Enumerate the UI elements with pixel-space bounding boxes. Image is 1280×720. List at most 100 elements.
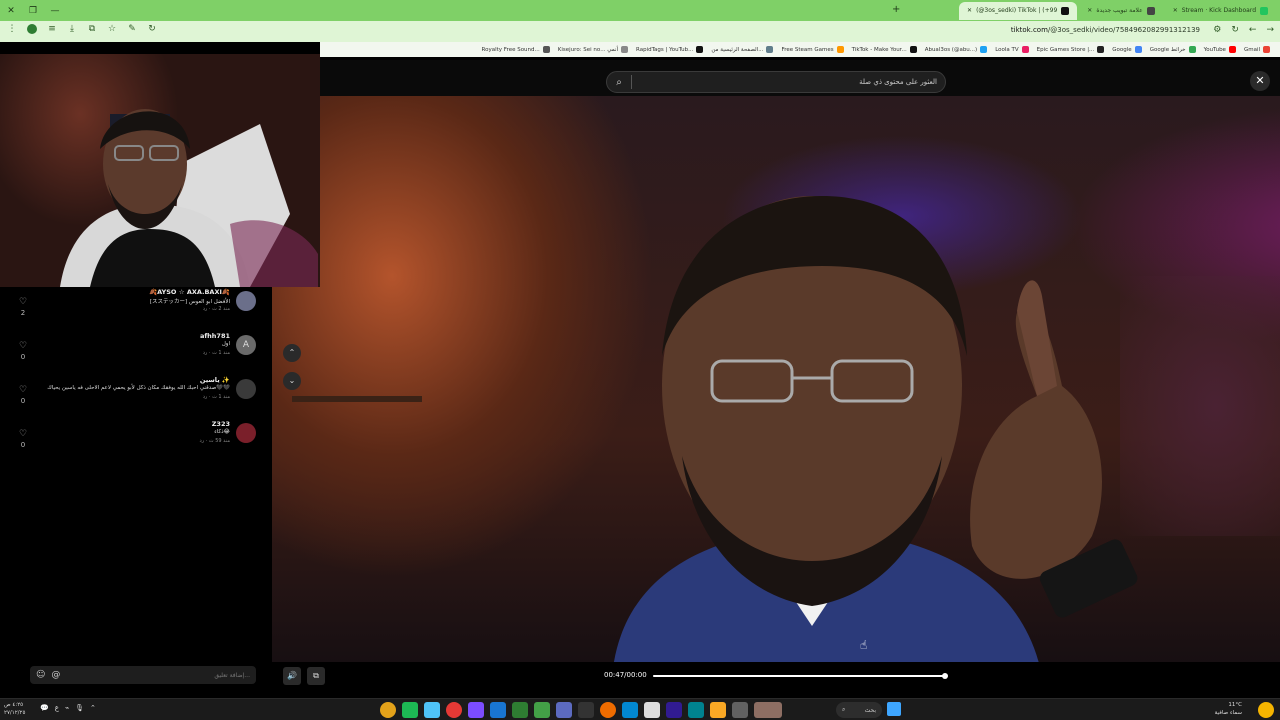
bookmark-item[interactable]: Royalty Free Sound... [482,46,550,53]
app-icon[interactable] [468,702,484,718]
translate-icon[interactable]: ↻ [146,24,158,37]
bookmark-item[interactable]: TikTok - Make Your... [852,46,917,53]
like-button[interactable]: ♡ 0 [16,429,30,449]
bookmark-item[interactable]: Gmail [1244,46,1270,53]
bookmark-label: Loola TV [995,46,1019,53]
chat-icon[interactable]: 💬 [40,704,49,712]
comment-author[interactable]: afhh781 [200,332,230,340]
close-window-icon[interactable]: ✕ [0,6,22,16]
mention-icon[interactable]: @ [51,670,60,680]
taskbar-apps [380,702,782,718]
taskbar-search[interactable]: ⌕ بحث [836,702,882,718]
bookmark-item[interactable]: Kisejuro: Sei no... أنمي [558,46,629,53]
bookmark-favicon-icon [1263,46,1270,53]
previous-video-button[interactable]: ⌃ [283,344,301,362]
bookmark-label: Abual3os (@abu...) [924,46,978,53]
bookmark-item[interactable]: Free Steam Games [781,46,844,53]
app-icon[interactable] [534,702,550,718]
app-icon[interactable] [424,702,440,718]
extensions-icon[interactable]: ⧉ [86,24,98,37]
wifi-icon[interactable]: ⌁ [65,704,69,712]
microphone-icon[interactable]: 🎙 [75,704,84,712]
restore-window-icon[interactable]: ❐ [22,6,44,16]
tab-new[interactable]: ✕ علامة تبويب جديدة [1079,2,1162,20]
premiere-icon[interactable] [666,702,682,718]
progress-knob[interactable] [942,673,948,679]
language-indicator[interactable]: ع [55,704,59,712]
steam-icon[interactable] [490,702,506,718]
progress-bar[interactable] [653,673,948,679]
back-icon[interactable]: ← [1249,25,1257,35]
obs-icon[interactable] [578,702,594,718]
app-icon[interactable] [556,702,572,718]
close-tab-icon[interactable]: ✕ [967,2,972,20]
search-icon[interactable]: ⌕ [607,77,631,88]
volume-button[interactable]: 🔊 [283,667,301,685]
next-video-button[interactable]: ⌄ [283,372,301,390]
related-search-bar[interactable]: ⌕ العثور على محتوى ذي صلة [606,71,946,93]
like-button[interactable]: ♡ 0 [16,385,30,405]
bookmark-item[interactable]: الصفحة الرئيسية من... [711,46,774,53]
avatar[interactable] [236,379,256,399]
bookmark-label: YouTube [1203,46,1226,53]
comment-meta[interactable]: منذ 1 ث · رد [203,350,230,356]
menu-icon[interactable]: ⋮ [6,24,18,37]
tray-chevron-icon[interactable]: ⌃ [90,704,96,712]
chrome-app-icon[interactable] [380,702,396,718]
app-icon[interactable] [732,702,748,718]
close-tab-icon[interactable]: ✕ [1087,2,1092,20]
bookmark-item[interactable]: Google خرائط [1150,46,1196,53]
avatar[interactable] [236,291,256,311]
forward-icon[interactable]: → [1266,25,1274,35]
comment-meta[interactable]: منذ 2 ث · رد [203,306,230,312]
file-explorer-icon[interactable] [710,702,726,718]
app-icon[interactable] [754,702,782,718]
new-tab-button[interactable]: + [892,4,900,15]
bookmark-item[interactable]: Abual3os (@abu...) [925,46,988,53]
like-button[interactable]: ♡ 2 [16,297,30,317]
comment-meta[interactable]: منذ 1 ث · رد [203,394,230,400]
profile-icon[interactable] [26,24,38,37]
bookmark-star-icon[interactable]: ☆ [106,24,118,37]
app-icon[interactable] [644,702,660,718]
eyedropper-icon[interactable]: ✎ [126,24,138,37]
tab-kick[interactable]: ✕ Stream · Kick Dashboard [1165,2,1276,20]
comment-meta[interactable]: منذ 59 ث · رد [200,438,231,444]
bookmark-item[interactable]: Epic Games Store |... [1037,46,1105,53]
app-icon[interactable] [446,702,462,718]
like-button[interactable]: ♡ 0 [16,341,30,361]
comment-author[interactable]: Z323 [212,420,230,428]
app-icon[interactable] [512,702,528,718]
weather-widget[interactable]: 11°C سماء صافية [1215,701,1242,717]
download-icon[interactable]: ⤓ [66,24,78,37]
avatar[interactable] [236,423,256,443]
reading-list-icon[interactable]: ≡ [46,24,58,37]
comment-author[interactable]: 🍂AYSO ☆ AXA.BAXI🍂 [149,288,230,296]
app-icon[interactable] [600,702,616,718]
picture-in-picture-button[interactable]: ⧉ [307,667,325,685]
video-frame[interactable] [272,96,1280,662]
bookmark-item[interactable]: YouTube [1204,46,1236,53]
avatar[interactable]: A [236,335,256,355]
edge-icon[interactable] [622,702,638,718]
comment-input[interactable]: ☺ @ إضافة تعليق... [30,666,256,684]
tab-tiktok[interactable]: ✕ (@3os_sedki) TikTok | (+99 [959,2,1078,20]
close-tab-icon[interactable]: ✕ [1173,2,1178,20]
app-icon[interactable] [402,702,418,718]
bookmark-label: الصفحة الرئيسية من... [711,46,764,53]
minimize-window-icon[interactable]: — [44,6,66,16]
comment-item: ♡ 0 ياسين ✨ صدقني احبك الله يوفقك مكان ذك… [0,375,272,419]
emoji-icon[interactable]: ☺ [36,670,45,680]
bookmark-item[interactable]: RapidTags | YouTub... [636,46,704,53]
bookmark-item[interactable]: Google [1112,46,1142,53]
app-icon[interactable] [688,702,704,718]
comment-author[interactable]: ياسين ✨ [200,376,230,384]
address-bar[interactable]: tiktok.com/@3os_sedki/video/758496208299… [1011,26,1200,34]
bookmark-label: Gmail [1243,46,1260,53]
clock[interactable]: ٤:٢٥ ص ٢٧/١٢/٢٥ [4,701,25,717]
reload-icon[interactable]: ↻ [1231,25,1239,35]
windows-start-icon[interactable] [887,702,901,716]
close-video-button[interactable]: ✕ [1250,71,1270,91]
site-info-icon[interactable]: ⚙ [1213,25,1221,35]
bookmark-item[interactable]: Loola TV [995,46,1029,53]
